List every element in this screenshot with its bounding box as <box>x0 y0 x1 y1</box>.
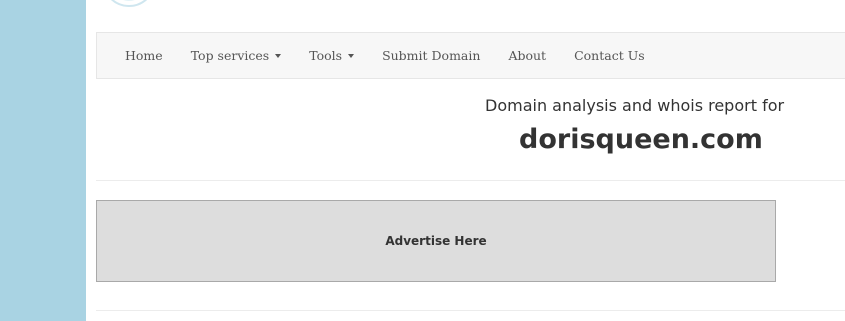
nav-contact-us[interactable]: Contact Us <box>574 48 645 63</box>
nav-about-label: About <box>508 48 547 63</box>
nav-about[interactable]: About <box>508 48 546 63</box>
nav-tools-dropdown[interactable]: Tools <box>309 48 355 63</box>
main-navbar: Home Top services Tools Submit Domain Ab… <box>96 32 845 79</box>
site-logo-icon[interactable] <box>100 0 158 16</box>
nav-top-services-label: Top services <box>190 48 270 63</box>
nav-submit-domain-label: Submit Domain <box>382 48 481 63</box>
advertise-label: Advertise Here <box>385 234 487 248</box>
section-divider <box>96 310 845 311</box>
nav-submit-domain[interactable]: Submit Domain <box>382 48 480 63</box>
nav-home-label: Home <box>125 48 163 63</box>
caret-down-icon <box>275 53 282 58</box>
nav-contact-us-label: Contact Us <box>574 48 645 63</box>
domain-title: dorisqueen.com <box>519 124 763 155</box>
nav-list: Home Top services Tools Submit Domain Ab… <box>97 33 845 78</box>
nav-home[interactable]: Home <box>125 48 163 63</box>
report-subtitle: Domain analysis and whois report for <box>485 96 785 115</box>
nav-tools-label: Tools <box>309 48 343 63</box>
advertise-banner[interactable]: Advertise Here <box>96 200 776 282</box>
nav-top-services-dropdown[interactable]: Top services <box>191 48 282 63</box>
page-content: Home Top services Tools Submit Domain Ab… <box>86 0 845 321</box>
page-heading: Domain analysis and whois report for dor… <box>96 80 845 181</box>
caret-down-icon <box>348 53 355 58</box>
